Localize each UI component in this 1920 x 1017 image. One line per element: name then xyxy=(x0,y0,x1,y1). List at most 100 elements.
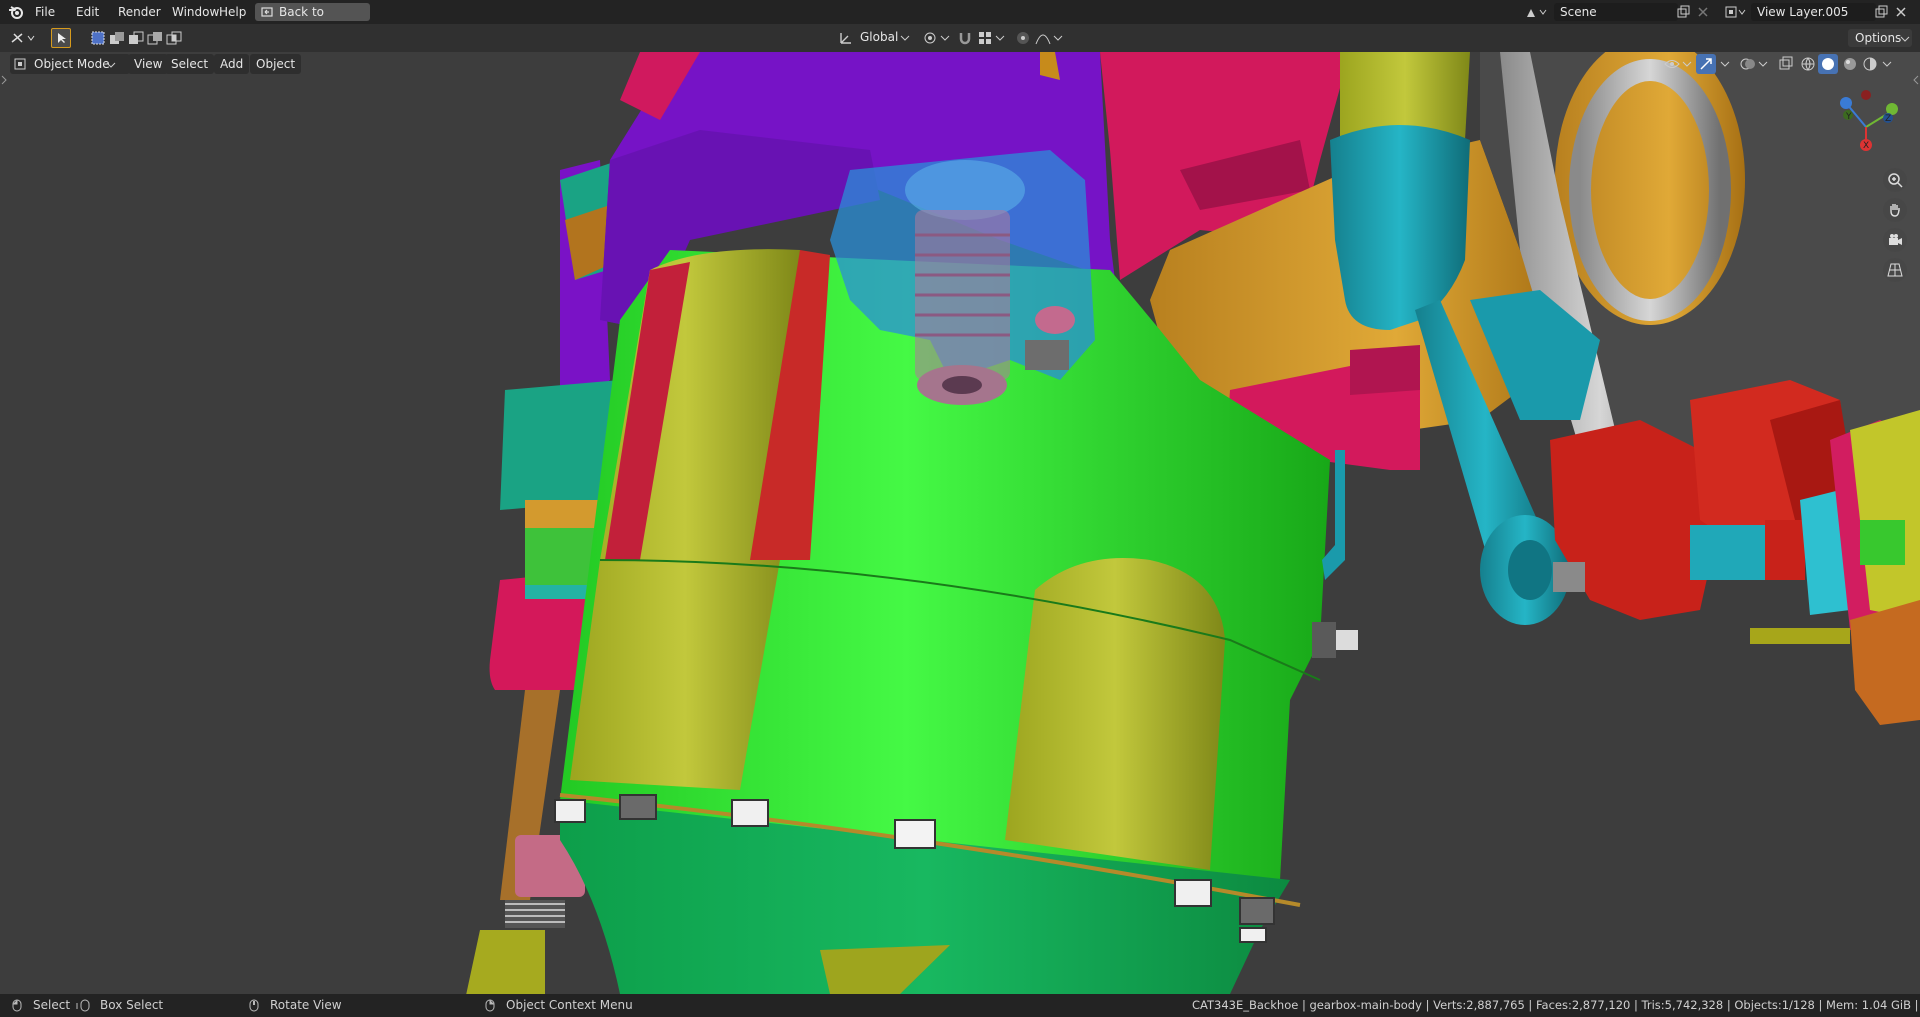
yellow-pin[interactable] xyxy=(1750,628,1850,644)
status-context-menu: Object Context Menu xyxy=(506,998,633,1012)
menu-help[interactable]: Help xyxy=(213,3,252,21)
transform-orientation-label[interactable]: Global xyxy=(860,30,898,44)
pivot-point-icon[interactable] xyxy=(922,30,938,46)
pan-button[interactable] xyxy=(1883,198,1907,222)
menu-render[interactable]: Render xyxy=(112,3,167,21)
chevron-down-icon[interactable] xyxy=(940,34,950,42)
overlays-icon[interactable] xyxy=(1740,56,1756,72)
mouse-left-icon xyxy=(12,999,22,1012)
wireframe-shading-icon[interactable] xyxy=(1800,56,1816,72)
viewport-menu-select[interactable]: Select xyxy=(165,54,215,74)
viewport-menu-object[interactable]: Object xyxy=(250,54,302,74)
close-view-layer-icon[interactable] xyxy=(1895,6,1907,18)
chevron-down-icon[interactable] xyxy=(1758,60,1768,68)
editor-type-icon[interactable] xyxy=(10,30,38,46)
proportional-editing-icon[interactable] xyxy=(1015,30,1031,46)
chevron-down-icon[interactable] xyxy=(1053,34,1063,42)
viewport-menu-view[interactable]: View xyxy=(128,54,169,74)
teal-eye-hole[interactable] xyxy=(1508,540,1552,600)
back-to-previous-button[interactable]: Back to Previous xyxy=(255,3,370,37)
chevron-down-icon[interactable] xyxy=(995,34,1005,42)
zoom-button[interactable] xyxy=(1883,168,1907,192)
3d-viewport[interactable]: Object Mode View Select Add Object Y Z X xyxy=(0,52,1920,994)
view-layer-icon[interactable] xyxy=(1724,5,1746,19)
duplicate-scene-icon[interactable] xyxy=(1676,5,1690,19)
gizmo-x-label: X xyxy=(1863,141,1869,151)
orange-band[interactable] xyxy=(525,500,605,528)
select-extend-icon[interactable] xyxy=(109,30,125,46)
screen-back-icon xyxy=(261,7,273,17)
falloff-curve-icon[interactable] xyxy=(1035,30,1051,46)
select-new-icon[interactable] xyxy=(90,30,106,46)
magenta-arm-shade[interactable] xyxy=(1350,345,1420,395)
select-intersect-icon[interactable] xyxy=(166,30,182,46)
transform-orientation-icon[interactable] xyxy=(838,30,854,46)
side-bolt[interactable] xyxy=(1312,622,1358,658)
solid-shading-button[interactable] xyxy=(1818,54,1838,74)
spring-coil[interactable] xyxy=(505,900,565,928)
visibility-eye-icon[interactable] xyxy=(1664,56,1680,72)
yellow-boss-right[interactable] xyxy=(1005,558,1225,870)
scene-statistics: CAT343E_Backhoe | gearbox-main-body | Ve… xyxy=(1192,998,1920,1012)
object-mode-icon xyxy=(14,58,26,70)
status-rotate-view: Rotate View xyxy=(270,998,342,1012)
menu-file[interactable]: File xyxy=(29,3,61,21)
viewport-scene[interactable] xyxy=(0,52,1920,994)
viewport-menu-add[interactable]: Add xyxy=(214,54,250,74)
view-layer-name: View Layer.005 xyxy=(1757,5,1849,19)
options-dropdown[interactable]: Options xyxy=(1848,29,1912,47)
select-tool-button[interactable] xyxy=(51,28,71,48)
chevron-down-icon[interactable] xyxy=(900,34,910,42)
view-layer-field[interactable]: View Layer.005 xyxy=(1751,3,1876,21)
material-shading-icon[interactable] xyxy=(1842,56,1858,72)
scene-field[interactable]: Scene xyxy=(1554,3,1678,21)
snap-increment-icon[interactable] xyxy=(977,30,993,46)
chevron-down-icon xyxy=(106,62,116,68)
mouse-middle-icon xyxy=(249,999,259,1012)
camera-icon xyxy=(1889,234,1902,245)
object-mode-dropdown[interactable]: Object Mode xyxy=(10,54,130,74)
menu-edit[interactable]: Edit xyxy=(70,3,105,21)
chevron-down-icon[interactable] xyxy=(1682,60,1692,68)
cap-side-boss[interactable] xyxy=(1035,306,1075,334)
scene-icon[interactable] xyxy=(1525,5,1547,19)
solid-shading-icon xyxy=(1822,58,1834,70)
options-label: Options xyxy=(1855,31,1902,45)
yellow-rod-end[interactable] xyxy=(465,930,545,994)
internal-screw[interactable] xyxy=(915,210,1010,405)
gizmo-toggle-button[interactable] xyxy=(1696,54,1716,74)
close-scene-icon[interactable] xyxy=(1697,6,1709,18)
chevron-down-icon[interactable] xyxy=(1720,60,1730,68)
perspective-toggle-button[interactable] xyxy=(1883,258,1907,282)
select-subtract-icon[interactable] xyxy=(128,30,144,46)
status-bar: Select Box Select Rotate View Object Con… xyxy=(0,994,1920,1017)
scene-name: Scene xyxy=(1560,5,1597,19)
green-hex-nut[interactable] xyxy=(1860,520,1905,565)
toolbar-expand-arrow-icon[interactable] xyxy=(0,74,8,86)
mouse-right-icon xyxy=(485,999,495,1012)
hand-pan-icon xyxy=(1890,204,1900,217)
teal-shaft-ring[interactable] xyxy=(1690,525,1765,580)
grey-nut-side[interactable] xyxy=(1553,562,1585,592)
snap-magnet-icon[interactable] xyxy=(957,30,973,46)
select-difference-icon[interactable] xyxy=(147,30,163,46)
status-box-select: Box Select xyxy=(100,998,164,1012)
orange-lever-right[interactable] xyxy=(1850,600,1920,725)
gizmo-neg-x[interactable] xyxy=(1861,90,1871,100)
rendered-shading-icon[interactable] xyxy=(1862,56,1878,72)
duplicate-view-layer-icon[interactable] xyxy=(1874,5,1888,19)
cursor-arrow-icon xyxy=(58,33,66,43)
selection-mode-group xyxy=(90,30,182,46)
red-shaft-ring[interactable] xyxy=(1765,520,1805,580)
sidebar-expand-arrow-icon[interactable] xyxy=(1912,74,1920,86)
blender-logo-icon[interactable] xyxy=(8,4,24,20)
chevron-down-icon[interactable] xyxy=(1882,60,1892,68)
cap-hex-nut[interactable] xyxy=(1025,340,1069,370)
gizmo-arrow-icon xyxy=(1700,58,1712,70)
top-bar: File Edit Render Window Help Back to Pre… xyxy=(0,0,1920,37)
navigation-gizmo[interactable]: Y Z X xyxy=(1826,87,1906,167)
xray-toggle-icon[interactable] xyxy=(1778,56,1794,72)
grid-perspective-icon xyxy=(1887,263,1903,277)
gizmo-z-axis[interactable] xyxy=(1840,97,1852,109)
camera-view-button[interactable] xyxy=(1883,228,1907,252)
